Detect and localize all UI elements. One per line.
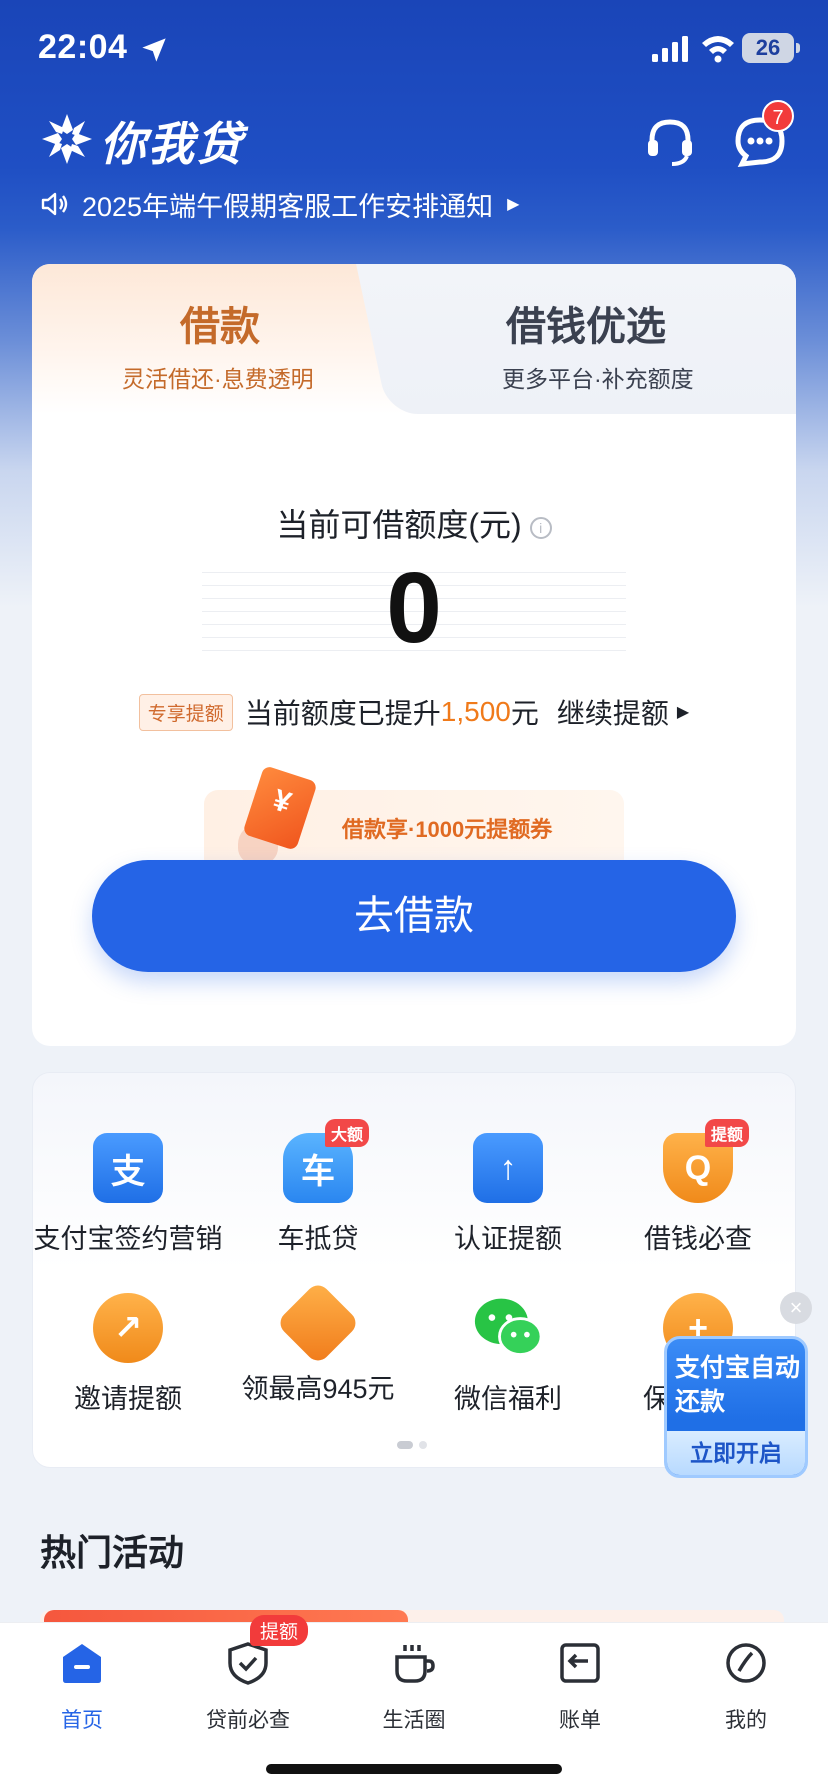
enable-now-button[interactable]: 立即开启	[667, 1431, 805, 1475]
service-alipay-marketing[interactable]: 支 支付宝签约营销	[33, 1133, 223, 1256]
customer-service-headset-icon[interactable]	[642, 114, 698, 170]
search-glyph: Q	[684, 1148, 712, 1187]
search-shield-icon: Q 提额	[663, 1119, 749, 1203]
service-label: 邀请提额	[74, 1384, 182, 1414]
raise-text: 当前额度已提升	[244, 698, 441, 729]
service-label: 车抵贷	[277, 1224, 359, 1254]
gift-card-icon	[275, 1280, 361, 1366]
wechat-bubbles	[474, 1298, 543, 1356]
home-indicator	[266, 1764, 562, 1774]
nav-raise-badge: 提额	[250, 1615, 309, 1646]
coupon-text: 借款享·1000元提额券	[342, 817, 553, 842]
nav-pre-loan-check[interactable]: 贷前必查	[178, 1641, 318, 1734]
shield-check-icon	[228, 1642, 268, 1685]
nav-label: 贷前必查	[206, 1709, 290, 1732]
bill-icon	[560, 1643, 600, 1683]
profile-icon	[726, 1643, 766, 1683]
info-icon[interactable]: i	[529, 516, 552, 539]
chevron-right-icon: ▶	[676, 704, 690, 721]
alipay-autopay-float[interactable]: 支付宝自动还款 立即开启	[664, 1336, 808, 1478]
nav-label: 生活圈	[382, 1709, 446, 1732]
nav-label: 首页	[61, 1709, 103, 1732]
home-icon	[63, 1644, 101, 1683]
service-label: 微信福利	[454, 1384, 562, 1414]
tab-borrow-subtitle: 灵活借还·息费透明	[122, 366, 314, 392]
available-limit-label-text: 当前可借额度(元)	[276, 507, 522, 543]
limit-raise-row: 专享提额 当前额度已提升 1,500 元 继续提额 ▶	[32, 692, 796, 732]
car-icon: 车 大额	[283, 1119, 369, 1203]
upload-arrow-icon: ↑	[473, 1133, 543, 1203]
raise-amount: 1,500	[440, 696, 511, 727]
wechat-icon	[473, 1293, 543, 1363]
notice-text: 2025年端午假期客服工作安排通知	[82, 191, 494, 222]
exclusive-raise-tag: 专享提额	[138, 693, 233, 731]
nav-life-circle[interactable]: 生活圈	[344, 1641, 484, 1734]
speaker-icon	[41, 192, 68, 216]
coupon-banner[interactable]: ¥ 借款享·1000元提额券	[204, 765, 624, 866]
service-badge: 大额	[324, 1119, 369, 1147]
service-badge: 提额	[704, 1119, 749, 1147]
alipay-icon: 支	[93, 1133, 163, 1203]
app-header: 你我贷 7	[0, 100, 828, 178]
tab-borrow-title: 借款	[180, 305, 260, 349]
cellular-signal-icon	[652, 36, 688, 62]
service-claim-reward[interactable]: 领最高945元	[223, 1280, 413, 1406]
page-dot	[419, 1441, 427, 1449]
nav-label: 账单	[559, 1709, 601, 1732]
service-label: 支付宝签约营销	[33, 1224, 223, 1254]
nav-label: 我的	[725, 1709, 767, 1732]
loan-card: 借款 灵活借还·息费透明 借钱优选 更多平台·补充额度 当前可借额度(元) i 0…	[32, 264, 796, 1046]
service-verify-raise[interactable]: ↑ 认证提额	[413, 1133, 603, 1256]
tab-preferred-subtitle: 更多平台·补充额度	[502, 366, 694, 392]
status-time: 22:04	[38, 28, 128, 66]
brand-logo-text: 你我贷	[100, 118, 244, 170]
service-car-loan[interactable]: 车 大额 车抵贷	[223, 1119, 413, 1256]
chevron-right-icon: ▶	[507, 196, 520, 213]
heart-arrow-icon: ↗	[93, 1293, 163, 1363]
available-limit-value: 0	[386, 552, 442, 664]
tab-borrow-preferred[interactable]: 借钱优选 更多平台·补充额度	[412, 264, 796, 414]
hot-activities-title: 热门活动	[40, 1532, 185, 1573]
nav-bills[interactable]: 账单	[510, 1641, 650, 1734]
service-invite-raise[interactable]: ↗ 邀请提额	[33, 1293, 223, 1416]
service-label: 领最高945元	[241, 1374, 395, 1404]
battery-indicator: 26	[742, 33, 800, 63]
location-arrow-icon	[142, 38, 166, 62]
tab-preferred-title: 借钱优选	[506, 305, 666, 349]
car-glyph: 车	[301, 1152, 335, 1191]
close-icon[interactable]: ×	[780, 1292, 812, 1324]
page-dot-active	[397, 1441, 413, 1449]
nav-mine[interactable]: 我的	[676, 1641, 816, 1734]
raise-unit: 元	[510, 698, 539, 729]
service-borrow-check[interactable]: Q 提额 借钱必查	[603, 1119, 793, 1256]
wifi-icon	[702, 36, 734, 63]
available-limit-label: 当前可借额度(元) i	[32, 500, 796, 546]
coffee-cup-icon	[395, 1645, 435, 1683]
continue-raise-link[interactable]: 继续提额	[557, 692, 669, 732]
brand-logo-icon	[42, 114, 92, 164]
page-indicator	[397, 1441, 433, 1449]
borrow-button[interactable]: 去借款	[92, 860, 736, 972]
nav-home[interactable]: 首页	[12, 1641, 152, 1734]
float-title: 支付宝自动还款	[675, 1354, 801, 1416]
notice-banner[interactable]: 2025年端午假期客服工作安排通知 ▶	[40, 184, 519, 224]
status-bar: 22:04 26	[0, 0, 828, 100]
service-label: 借钱必查	[644, 1224, 752, 1254]
service-label: 认证提额	[454, 1224, 562, 1254]
service-wechat-benefits[interactable]: 微信福利	[413, 1293, 603, 1416]
message-count-badge: 7	[762, 100, 794, 132]
